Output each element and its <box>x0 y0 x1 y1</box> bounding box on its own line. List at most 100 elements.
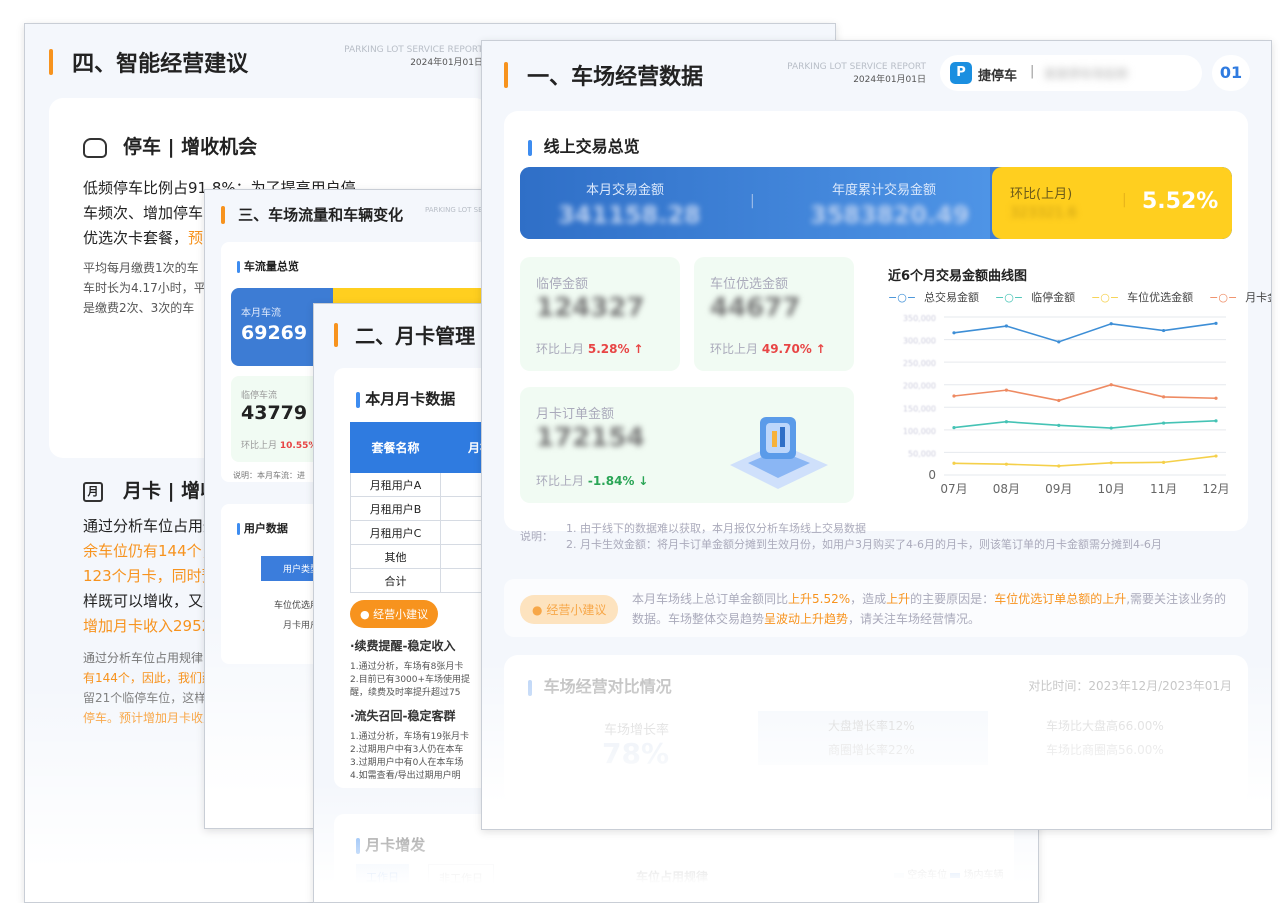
report-header: PARKING LOT SERVICE REPORT 2024年01月01日 <box>786 61 926 87</box>
mom-value: 5.52% <box>1142 189 1219 214</box>
legend-label: 车位优选金额 <box>1127 291 1194 304</box>
traffic-subtitle-row: 车流量总览 <box>237 258 299 274</box>
tab-workday[interactable]: 工作日 <box>356 864 409 890</box>
series-point <box>1004 420 1008 424</box>
compare-value: 49.70% <box>761 342 812 356</box>
tip-highlight: 上升5.52% <box>788 592 851 606</box>
tab-non-workday[interactable]: 非工作日 <box>428 864 494 892</box>
metric-compare: 环比上月 5.28% ↑ <box>536 340 643 357</box>
comparison-panel: 车场经营对比情况 对比时间：2023年12月/2023年01月 车场增长率 78… <box>504 655 1248 805</box>
lot-name: 某某停车场名称 <box>1044 67 1129 81</box>
trend-chart-title: 近6个月交易金额曲线图 <box>888 269 1028 284</box>
legend-label: 总交易金额 <box>924 291 980 304</box>
y-tick-label: 0 <box>928 468 936 482</box>
series-point <box>1109 461 1113 465</box>
page-title-row: 三、车场流量和车辆变化 <box>221 204 403 224</box>
notes-block: 说明： 1. 由于线下的数据难以获取，本月报仅分析车场线上交易数据 2. 月卡生… <box>520 521 1162 553</box>
x-tick-label: 11月 <box>1150 482 1177 496</box>
monthly-data-subtitle: 本月月卡数据 <box>365 390 456 408</box>
temp-flow-value: 43779 <box>241 402 308 424</box>
series-point <box>952 461 956 465</box>
tip-highlight: 车位优选订单总额的上升 <box>994 592 1127 606</box>
market-growth: 大盘增长率12% <box>828 719 915 733</box>
temp-flow-compare: 环比上月 10.55% <box>241 438 317 451</box>
parking-advice-small: 平均每月缴费1次的车 车时长为4.17小时，平 是缴费2次、3次的车 <box>83 258 206 318</box>
sub-accent <box>528 139 532 156</box>
calendar-icon: 月 <box>83 481 103 502</box>
legend-marker: −○− <box>888 291 917 304</box>
report-en: PARKING LOT SERVICE REPORT <box>787 62 926 72</box>
page-operating-data: 一、车场经营数据 PARKING LOT SERVICE REPORT 2024… <box>481 40 1272 830</box>
advice-text: 优选次卡套餐， <box>83 229 189 247</box>
series-point <box>1004 388 1008 392</box>
region-growth: 商圈增长率22% <box>828 743 915 757</box>
brand-name: 捷停车 <box>978 69 1018 84</box>
vs-market: 车场比大盘高66.00% <box>1046 719 1164 733</box>
page-title-row: 二、月卡管理 <box>334 320 475 348</box>
monthly-order-card: 月卡订单金额 172154 环比上月 -1.84% ↓ <box>520 387 854 503</box>
tip-text: ,需要关注该 <box>1126 592 1191 606</box>
table-cell: 合计 <box>350 568 441 593</box>
y-tick-label: 50,000 <box>908 449 936 458</box>
y-tick-label: 250,000 <box>903 359 936 368</box>
tip-highlight: 上升 <box>886 592 911 606</box>
compare-label: 环比上月 <box>710 342 759 356</box>
legend-marker: −○− <box>1209 291 1238 304</box>
flow-label: 本月车流 <box>241 308 281 319</box>
small-line: 平均每月缴费1次的车 <box>83 261 199 275</box>
compare-label: 环比上月 <box>536 342 585 356</box>
user-data-subtitle-row: 用户数据 <box>237 520 288 536</box>
x-tick-label: 12月 <box>1202 482 1229 496</box>
trend-legend: −○− 总交易金额 −○− 临停金额 −○− 车位优选金额 −○− 月卡金额 <box>888 289 1271 305</box>
trend-line-chart: 0 50,000 100,000 150,000 200,000 250,000 300,0… <box>903 314 1230 496</box>
legend-label: 场内车辆 <box>963 870 1004 881</box>
note-line: 2. 月卡生效金额：将月卡订单金额分摊到生效月份，如用户3月购买了4-6月的月卡… <box>566 538 1162 551</box>
growth-value: 78% <box>602 737 670 770</box>
metric-value: 124327 <box>536 293 645 323</box>
metric-label: 车位优选金额 <box>710 277 789 292</box>
kpi-bar: 本月交易金额 341158.28 | 年度累计交易金额 3583820.49 环… <box>520 167 1232 239</box>
metric-label: 临停金额 <box>536 277 589 292</box>
lightbulb-icon: ● <box>532 603 543 617</box>
series-point <box>1004 324 1008 328</box>
online-overview-panel: 线上交易总览 本月交易金额 341158.28 | 年度累计交易金额 35838… <box>504 111 1271 531</box>
metric-label: 月卡订单金额 <box>536 407 615 422</box>
legend-marker: −○− <box>1091 291 1120 304</box>
tip-text: ，请关注车场经营情况。 <box>848 612 981 626</box>
overview-subtitle-row: 线上交易总览 <box>528 133 640 157</box>
compare-value: 5.28% <box>587 342 630 356</box>
monthly-data-subtitle-row: 本月月卡数据 <box>356 388 455 409</box>
sub-accent <box>237 261 240 273</box>
table-cell: 月租用户B <box>350 496 441 521</box>
compare-label: 环比上月 <box>241 441 278 451</box>
series-line <box>953 322 1217 343</box>
page-title: 二、月卡管理 <box>355 324 476 348</box>
page-title: 一、车场经营数据 <box>527 65 704 90</box>
series-point <box>1162 460 1166 464</box>
parking-advice-title-row: 停车 | 增收机会 <box>83 132 257 159</box>
series-line <box>953 455 1217 467</box>
month-amount-label: 本月交易金额 <box>586 183 665 198</box>
series-point <box>952 426 956 430</box>
x-tick-label: 07月 <box>940 482 967 496</box>
series-point <box>1214 396 1218 400</box>
legend-item: −○− 车位优选金额 <box>1091 291 1201 304</box>
monthly-issue-subtitle-row: 月卡增发 <box>356 834 425 855</box>
series-point <box>1162 395 1166 399</box>
notes-label: 说明： <box>520 530 553 543</box>
tip-text: 的主要原因是： <box>910 592 995 606</box>
legend-label: 临停金额 <box>1031 291 1076 304</box>
mom-base-value: 323321.6 <box>1010 205 1077 221</box>
sub-accent <box>356 391 360 408</box>
series-point <box>1109 322 1113 326</box>
legend-swatch <box>894 872 904 878</box>
title-accent <box>221 205 225 224</box>
tip-highlight: 呈波动上升趋势 <box>764 612 849 626</box>
table-cell: 月租用户A <box>350 472 441 497</box>
growth-label: 车场增长率 <box>604 723 670 738</box>
table-cell: 其他 <box>350 544 441 569</box>
x-tick-label: 08月 <box>993 482 1020 496</box>
occupancy-legend: 空余车位 场内车辆 <box>894 866 1004 881</box>
legend-marker: −○− <box>995 291 1024 304</box>
y-tick-label: 200,000 <box>903 382 936 391</box>
